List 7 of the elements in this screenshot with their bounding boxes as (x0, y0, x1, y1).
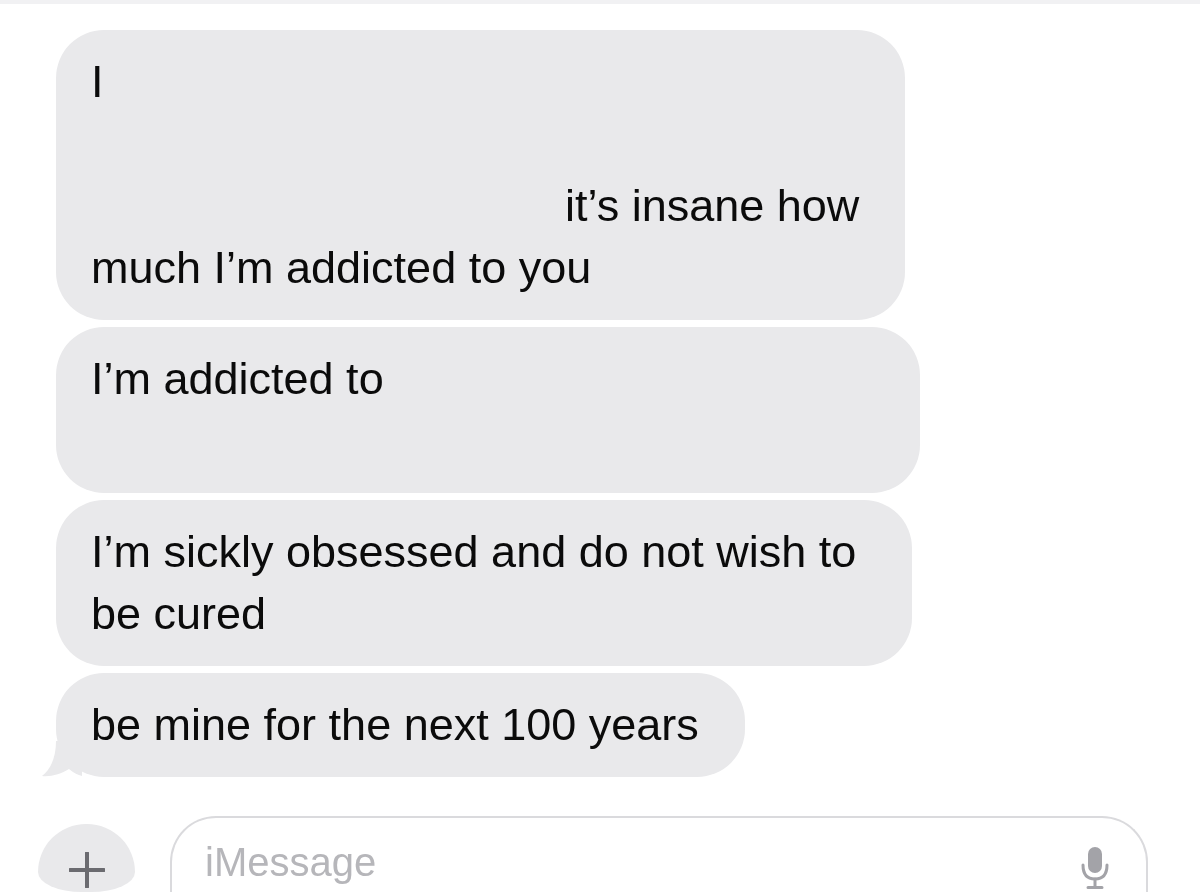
message-text: be mine for the next 100 years (91, 698, 699, 752)
message-text: it’s insane how much I’m addicted to you (91, 179, 861, 295)
message-input[interactable]: iMessage (170, 816, 1148, 892)
message-text: I’m sickly obsessed and do not wish to be cured (91, 525, 858, 641)
message-text: I (91, 55, 105, 109)
plus-icon (68, 852, 105, 888)
message-text: I’m addicted to (91, 352, 385, 406)
